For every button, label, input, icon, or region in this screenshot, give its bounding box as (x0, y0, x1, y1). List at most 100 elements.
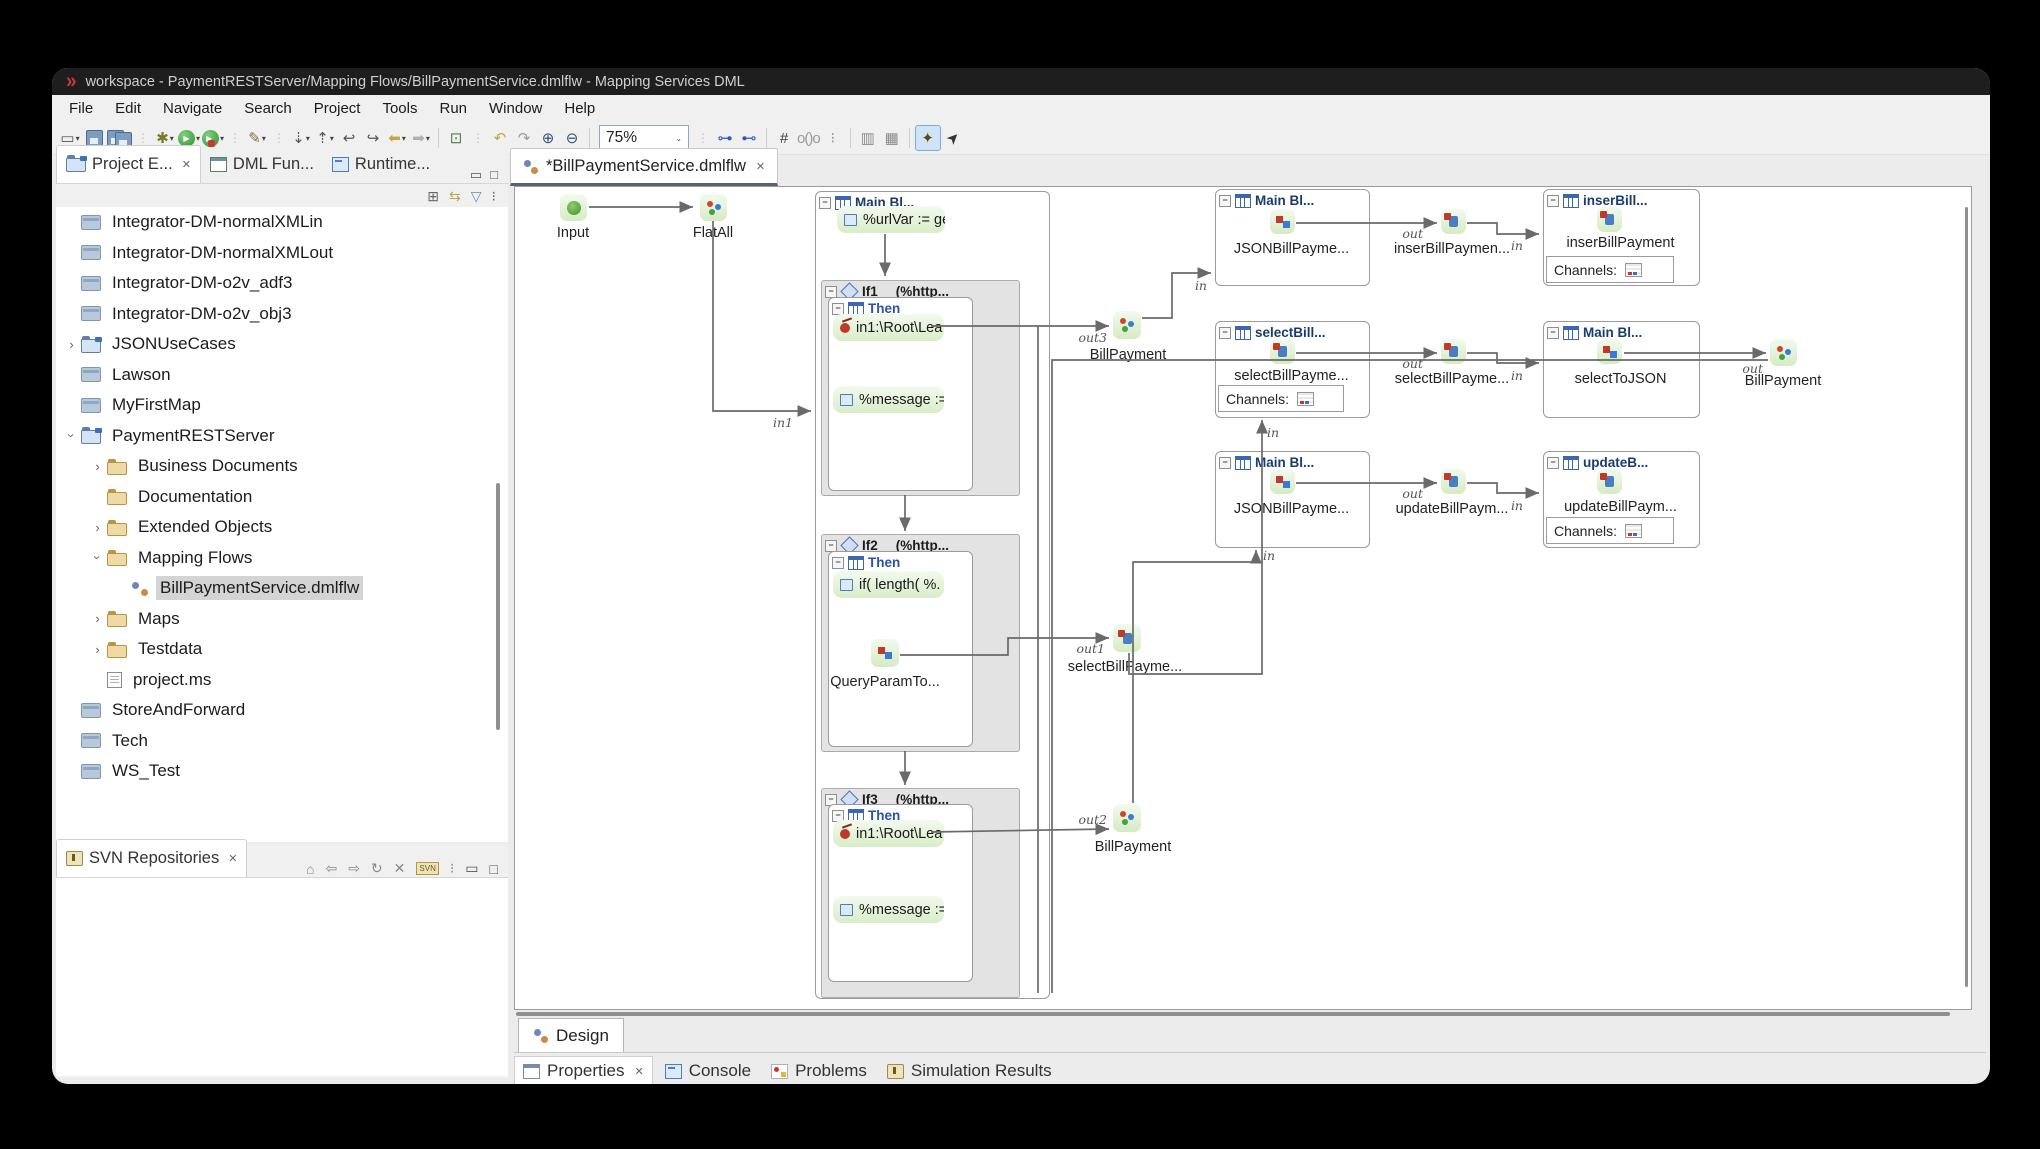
tree-item[interactable]: ›Testdata (56, 634, 508, 665)
wire-label-in1: in1 (773, 415, 793, 430)
refresh-icon[interactable]: ↻ (371, 860, 383, 877)
layout-horizontal-icon[interactable]: ⊶ (713, 126, 737, 150)
chevron-right-icon[interactable]: › (90, 520, 105, 535)
bottom-tab-strip: Properties ✕ Console Problems Simulation… (514, 1056, 1986, 1084)
align-middle-icon[interactable]: o()o (796, 126, 821, 150)
redo-icon[interactable]: ↷ (512, 126, 536, 150)
distribute-icon[interactable]: ⁝ (821, 126, 845, 150)
menu-window[interactable]: Window (478, 96, 553, 121)
chevron-right-icon[interactable]: › (90, 642, 105, 657)
flow-canvas[interactable]: −Main Bl... %urlVar := ge −If1(%http... … (514, 186, 1972, 1010)
tree-item[interactable]: Documentation (56, 482, 508, 513)
canvas-hscrollbar[interactable] (516, 1012, 1950, 1016)
tree-item[interactable]: MyFirstMap (56, 390, 508, 421)
export-image-alt-icon[interactable]: ▦ (880, 126, 904, 150)
svn-badge-icon[interactable]: SVN (416, 862, 438, 875)
tab-dml-functions[interactable]: DML Fun... (201, 146, 323, 183)
tree-item[interactable]: ›Mapping Flows (56, 543, 508, 574)
menu-navigate[interactable]: Navigate (152, 96, 233, 121)
home-icon[interactable]: ⌂ (306, 861, 314, 877)
chevron-right-icon[interactable]: › (64, 337, 79, 352)
tree-item[interactable]: Integrator-DM-normalXMLin (56, 207, 508, 238)
menu-project[interactable]: Project (303, 96, 372, 121)
flow-wires: in1 out3 in out in out1 in out2 in out i… (515, 187, 1971, 1009)
menu-bar: File Edit Navigate Search Project Tools … (52, 95, 1990, 123)
tab-project-explorer[interactable]: Project E... ✕ (56, 145, 201, 183)
menu-search[interactable]: Search (233, 96, 303, 121)
tree-item-selected[interactable]: BillPaymentService.dmlflw (56, 573, 508, 604)
menu-edit[interactable]: Edit (104, 96, 152, 121)
canvas-vscrollbar[interactable] (1965, 207, 1968, 987)
tree-item[interactable]: ›Business Documents (56, 451, 508, 482)
minimize-icon[interactable]: ▭ (470, 167, 482, 183)
tree-item[interactable]: WS_Test (56, 756, 508, 787)
tab-simulation-results[interactable]: Simulation Results (879, 1057, 1060, 1084)
folder-icon (107, 462, 127, 475)
tab-properties[interactable]: Properties ✕ (514, 1056, 653, 1084)
forward-icon[interactable]: ⇨ (348, 860, 360, 877)
close-icon[interactable]: ✕ (634, 1065, 643, 1078)
window-title: workspace - PaymentRESTServer/Mapping Fl… (86, 74, 745, 90)
tab-label: Runtime... (355, 155, 430, 174)
filter-icon[interactable]: ▽ (471, 188, 482, 205)
undo-icon[interactable]: ↶ (488, 126, 512, 150)
dml-functions-icon (210, 157, 227, 172)
tree-item[interactable]: ›Extended Objects (56, 512, 508, 543)
tab-console[interactable]: Console (657, 1057, 759, 1084)
tree-item[interactable]: Integrator-DM-normalXMLout (56, 238, 508, 269)
tree-item[interactable]: StoreAndForward (56, 695, 508, 726)
project-tree: Integrator-DM-normalXMLin Integrator-DM-… (56, 207, 508, 842)
tab-problems[interactable]: Problems (763, 1057, 875, 1084)
tree-item[interactable]: Tech (56, 726, 508, 757)
close-icon[interactable]: ✕ (228, 852, 237, 865)
tab-billpaymentservice[interactable]: *BillPaymentService.dmlflw ✕ (510, 148, 778, 186)
maximize-icon[interactable]: □ (490, 167, 498, 183)
explorer-tab-strip: Project E... ✕ DML Fun... Runtime... ▭ □ (56, 150, 508, 184)
menu-run[interactable]: Run (428, 96, 478, 121)
chevron-down-icon[interactable]: › (90, 550, 105, 565)
link-with-editor-icon[interactable]: ⇆ (449, 188, 461, 205)
chevron-right-icon[interactable]: › (90, 459, 105, 474)
tree-item[interactable]: Integrator-DM-o2v_adf3 (56, 268, 508, 299)
minimize-icon[interactable]: ▭ (465, 860, 478, 877)
tab-label: Properties (547, 1061, 624, 1081)
folder-icon (107, 645, 127, 658)
close-icon[interactable]: ✕ (182, 158, 191, 171)
wire-label-in: in (1263, 548, 1275, 563)
grid-icon[interactable]: # (772, 126, 796, 150)
chevron-down-icon[interactable]: › (64, 428, 79, 443)
close-icon[interactable]: ✕ (756, 160, 765, 173)
zoom-out-icon[interactable]: ⊖ (560, 126, 584, 150)
editor-tab-strip: *BillPaymentService.dmlflw ✕ (510, 150, 1986, 186)
tree-item[interactable]: ›JSONUseCases (56, 329, 508, 360)
menu-file[interactable]: File (58, 96, 104, 121)
tree-item[interactable]: Lawson (56, 360, 508, 391)
export-image-icon[interactable]: ▥ (856, 126, 880, 150)
tab-label: Simulation Results (911, 1061, 1052, 1081)
tree-item[interactable]: ›PaymentRESTServer (56, 421, 508, 452)
wire (713, 221, 811, 411)
wire (1467, 223, 1539, 234)
collapse-icon[interactable]: ✕ (394, 860, 406, 877)
view-menu-icon[interactable]: ⁝ (450, 860, 454, 877)
toolbar-grip: ⋮ (229, 131, 241, 145)
tab-runtime[interactable]: Runtime... (323, 146, 439, 183)
tree-scrollbar[interactable] (496, 483, 500, 730)
view-menu-icon[interactable]: ⁝ (492, 188, 496, 205)
pin-editor-icon[interactable]: ⊡ (444, 126, 468, 150)
collapse-all-icon[interactable]: ⊞ (427, 188, 439, 205)
menu-tools[interactable]: Tools (371, 96, 428, 121)
open-project-icon (81, 339, 101, 353)
menu-help[interactable]: Help (553, 96, 606, 121)
chevron-right-icon[interactable]: › (90, 611, 105, 626)
tree-item[interactable]: project.ms (56, 665, 508, 696)
closed-project-icon (81, 398, 101, 413)
tab-svn-repositories[interactable]: SVN Repositories ✕ (56, 839, 247, 877)
layout-tree-icon[interactable]: ⊷ (737, 126, 761, 150)
tab-design[interactable]: Design (518, 1018, 624, 1052)
maximize-icon[interactable]: □ (490, 861, 498, 877)
tree-item[interactable]: Integrator-DM-o2v_obj3 (56, 299, 508, 330)
tree-item[interactable]: ›Maps (56, 604, 508, 635)
back-icon[interactable]: ⇦ (325, 860, 337, 877)
zoom-in-icon[interactable]: ⊕ (536, 126, 560, 150)
